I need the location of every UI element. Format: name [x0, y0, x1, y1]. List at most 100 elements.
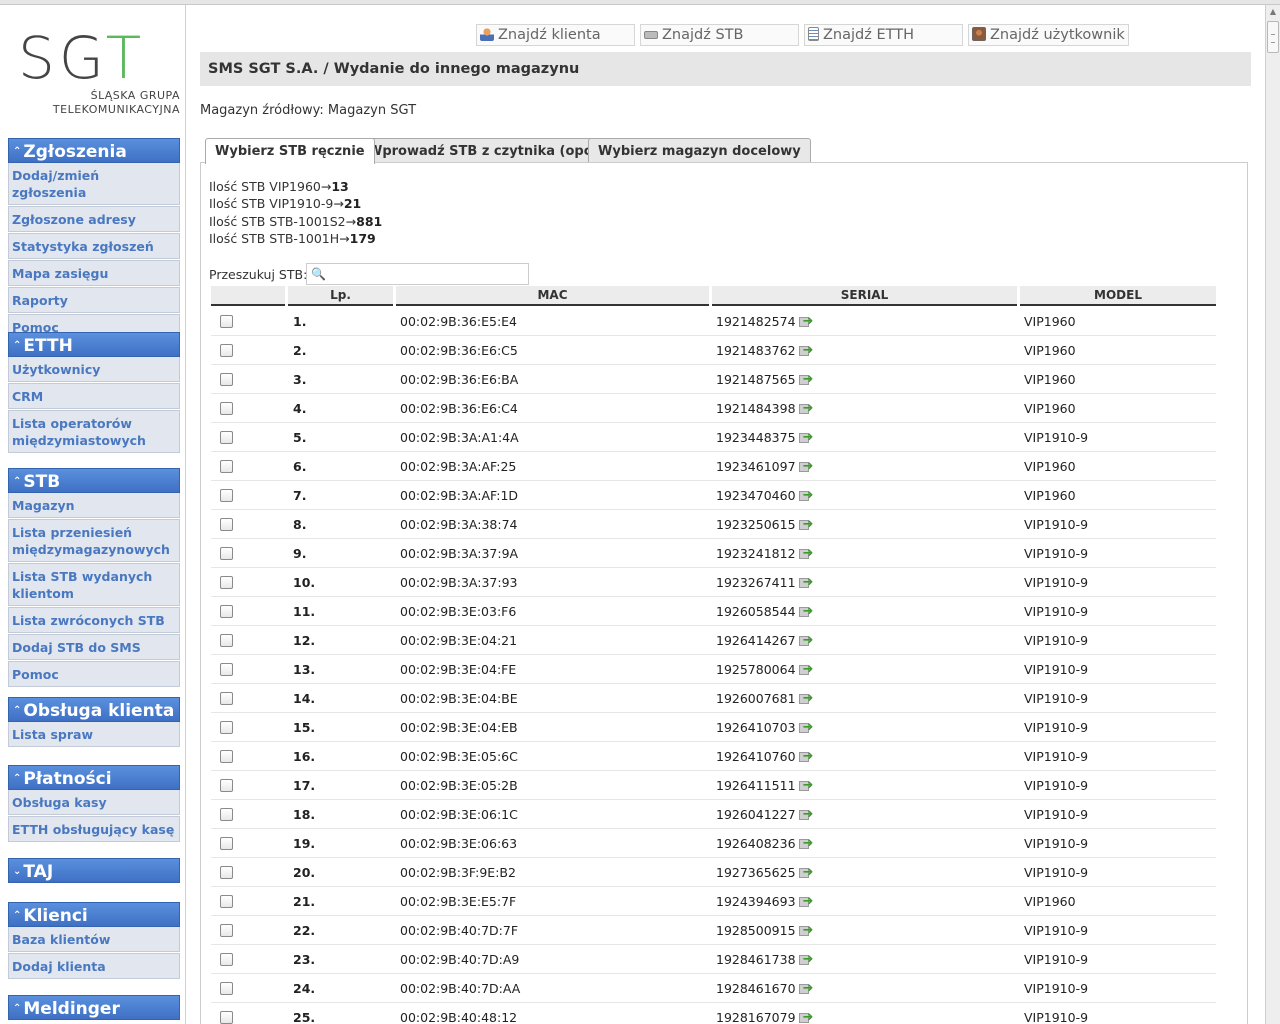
- header-mac[interactable]: MAC: [396, 286, 709, 306]
- menu-item-obsluga-kasy[interactable]: Obsługa kasy: [8, 790, 180, 815]
- row-checkbox[interactable]: [220, 895, 233, 908]
- menu-item-dodaj-zmien-zgloszenia[interactable]: Dodaj/zmień zgłoszenia: [8, 163, 180, 205]
- row-checkbox[interactable]: [220, 431, 233, 444]
- transfer-arrow-icon[interactable]: ➜: [798, 953, 815, 966]
- menu-item-magazyn[interactable]: Magazyn: [8, 493, 180, 518]
- transfer-arrow-icon[interactable]: ➜: [798, 779, 815, 792]
- row-checkbox[interactable]: [220, 547, 233, 560]
- row-checkbox[interactable]: [220, 837, 233, 850]
- row-checkbox[interactable]: [220, 779, 233, 792]
- row-checkbox[interactable]: [220, 605, 233, 618]
- transfer-arrow-icon[interactable]: ➜: [798, 866, 815, 879]
- transfer-arrow-icon[interactable]: ➜: [798, 576, 815, 589]
- menu-item-dodaj-klienta[interactable]: Dodaj klienta: [8, 953, 180, 979]
- menu-item-pomoc-stb[interactable]: Pomoc: [8, 661, 180, 687]
- header-serial[interactable]: SERIAL: [712, 286, 1017, 306]
- tab-select-target-warehouse[interactable]: Wybierz magazyn docelowy: [588, 138, 811, 163]
- row-checkbox[interactable]: [220, 344, 233, 357]
- menu-item-statystyka-zgloszen[interactable]: Statystyka zgłoszeń: [8, 233, 180, 259]
- row-checkbox[interactable]: [220, 866, 233, 879]
- row-checkbox[interactable]: [220, 373, 233, 386]
- transfer-arrow-icon[interactable]: ➜: [798, 895, 815, 908]
- transfer-arrow-icon[interactable]: ➜: [798, 489, 815, 502]
- transfer-arrow-icon[interactable]: ➜: [798, 1011, 815, 1024]
- menu-header-obsluga-klienta[interactable]: ⌃ Obsługa klienta: [8, 697, 180, 722]
- cell-serial: 1923267411 ➜: [716, 568, 815, 597]
- user-card-icon: [972, 27, 986, 41]
- menu-item-lista-spraw[interactable]: Lista spraw: [8, 722, 180, 747]
- transfer-arrow-icon[interactable]: ➜: [798, 692, 815, 705]
- menu-item-raporty[interactable]: Raporty: [8, 287, 180, 313]
- transfer-arrow-icon[interactable]: ➜: [798, 460, 815, 473]
- transfer-arrow-icon[interactable]: ➜: [798, 982, 815, 995]
- transfer-arrow-icon[interactable]: ➜: [798, 605, 815, 618]
- row-checkbox[interactable]: [220, 982, 233, 995]
- logo-line-2: TELEKOMUNIKACYJNA: [52, 103, 180, 116]
- row-checkbox[interactable]: [220, 518, 233, 531]
- row-checkbox[interactable]: [220, 402, 233, 415]
- search-input[interactable]: [327, 265, 525, 283]
- row-checkbox[interactable]: [220, 634, 233, 647]
- menu-item-crm[interactable]: CRM: [8, 383, 180, 409]
- menu-item-lista-przeniesien[interactable]: Lista przeniesień międzymagazynowych: [8, 519, 180, 562]
- transfer-arrow-icon[interactable]: ➜: [798, 924, 815, 937]
- tab-select-stb-manually[interactable]: Wybierz STB ręcznie: [205, 138, 375, 164]
- scroll-up-icon[interactable]: ▲: [1266, 5, 1280, 19]
- sgt-logo[interactable]: SGT ŚLĄSKA GRUPA TELEKOMUNIKACYJNA: [18, 27, 180, 122]
- header-lp[interactable]: Lp.: [288, 286, 393, 306]
- menu-header-platnosci[interactable]: ⌃ Płatności: [8, 765, 180, 790]
- row-checkbox[interactable]: [220, 924, 233, 937]
- transfer-arrow-icon[interactable]: ➜: [798, 808, 815, 821]
- transfer-arrow-icon[interactable]: ➜: [798, 431, 815, 444]
- transfer-arrow-icon[interactable]: ➜: [798, 547, 815, 560]
- header-model[interactable]: MODEL: [1020, 286, 1216, 306]
- menu-header-klienci[interactable]: ⌃ Klienci: [8, 902, 180, 927]
- row-checkbox[interactable]: [220, 460, 233, 473]
- menu-header-meldinger[interactable]: ⌃ Meldinger: [8, 995, 180, 1020]
- transfer-arrow-icon[interactable]: ➜: [798, 518, 815, 531]
- transfer-arrow-icon[interactable]: ➜: [798, 663, 815, 676]
- row-checkbox[interactable]: [220, 750, 233, 763]
- cell-mac: 00:02:9B:3E:04:21: [400, 633, 518, 648]
- find-stb-link[interactable]: Znajdź STB: [640, 24, 799, 46]
- row-checkbox[interactable]: [220, 663, 233, 676]
- menu-item-uzytkownicy[interactable]: Użytkownicy: [8, 357, 180, 382]
- transfer-arrow-icon[interactable]: ➜: [798, 721, 815, 734]
- transfer-arrow-icon[interactable]: ➜: [798, 402, 815, 415]
- row-checkbox[interactable]: [220, 953, 233, 966]
- row-checkbox[interactable]: [220, 692, 233, 705]
- cell-model: VIP1910-9: [1024, 865, 1089, 880]
- transfer-arrow-icon[interactable]: ➜: [798, 750, 815, 763]
- vertical-scrollbar[interactable]: ▲: [1265, 5, 1280, 1024]
- menu-item-baza-klientow[interactable]: Baza klientów: [8, 927, 180, 952]
- transfer-arrow-icon[interactable]: ➜: [798, 344, 815, 357]
- find-user-link[interactable]: Znajdź użytkownik: [968, 24, 1129, 46]
- row-checkbox[interactable]: [220, 1011, 233, 1024]
- row-checkbox[interactable]: [220, 489, 233, 502]
- menu-header-zgloszenia[interactable]: ⌃ Zgłoszenia: [8, 138, 180, 163]
- row-checkbox[interactable]: [220, 315, 233, 328]
- row-checkbox[interactable]: [220, 576, 233, 589]
- menu-header-etth[interactable]: ⌃ ETTH: [8, 332, 180, 357]
- scrollbar-thumb[interactable]: [1267, 21, 1279, 53]
- tab-enter-stb-from-reader[interactable]: Wprowadź STB z czytnika (opcja): [358, 138, 621, 163]
- menu-item-lista-stb-wydanych[interactable]: Lista STB wydanych klientom: [8, 563, 180, 606]
- row-checkbox[interactable]: [220, 808, 233, 821]
- serial-value: 1926410760: [716, 749, 796, 764]
- transfer-arrow-icon[interactable]: ➜: [798, 373, 815, 386]
- transfer-arrow-icon[interactable]: ➜: [798, 837, 815, 850]
- menu-item-dodaj-stb-do-sms[interactable]: Dodaj STB do SMS: [8, 634, 180, 660]
- menu-item-lista-operatorow[interactable]: Lista operatorów międzymiastowych: [8, 410, 180, 453]
- menu-item-mapa-zasiegu[interactable]: Mapa zasięgu: [8, 260, 180, 286]
- row-checkbox[interactable]: [220, 721, 233, 734]
- menu-header-stb[interactable]: ⌃ STB: [8, 468, 180, 493]
- menu-header-taj[interactable]: ⌄ TAJ: [8, 858, 180, 883]
- menu-item-lista-zwroconych-stb[interactable]: Lista zwróconych STB: [8, 607, 180, 633]
- menu-item-etth-obslugujacy-kase[interactable]: ETTH obsługujący kasę: [8, 816, 180, 842]
- transfer-arrow-icon[interactable]: ➜: [798, 634, 815, 647]
- find-etth-link[interactable]: Znajdź ETTH: [804, 24, 963, 46]
- find-client-link[interactable]: Znajdź klienta: [476, 24, 635, 46]
- logo-line-1: ŚLĄSKA GRUPA: [90, 89, 180, 102]
- menu-item-zgloszone-adresy[interactable]: Zgłoszone adresy: [8, 206, 180, 232]
- transfer-arrow-icon[interactable]: ➜: [798, 315, 815, 328]
